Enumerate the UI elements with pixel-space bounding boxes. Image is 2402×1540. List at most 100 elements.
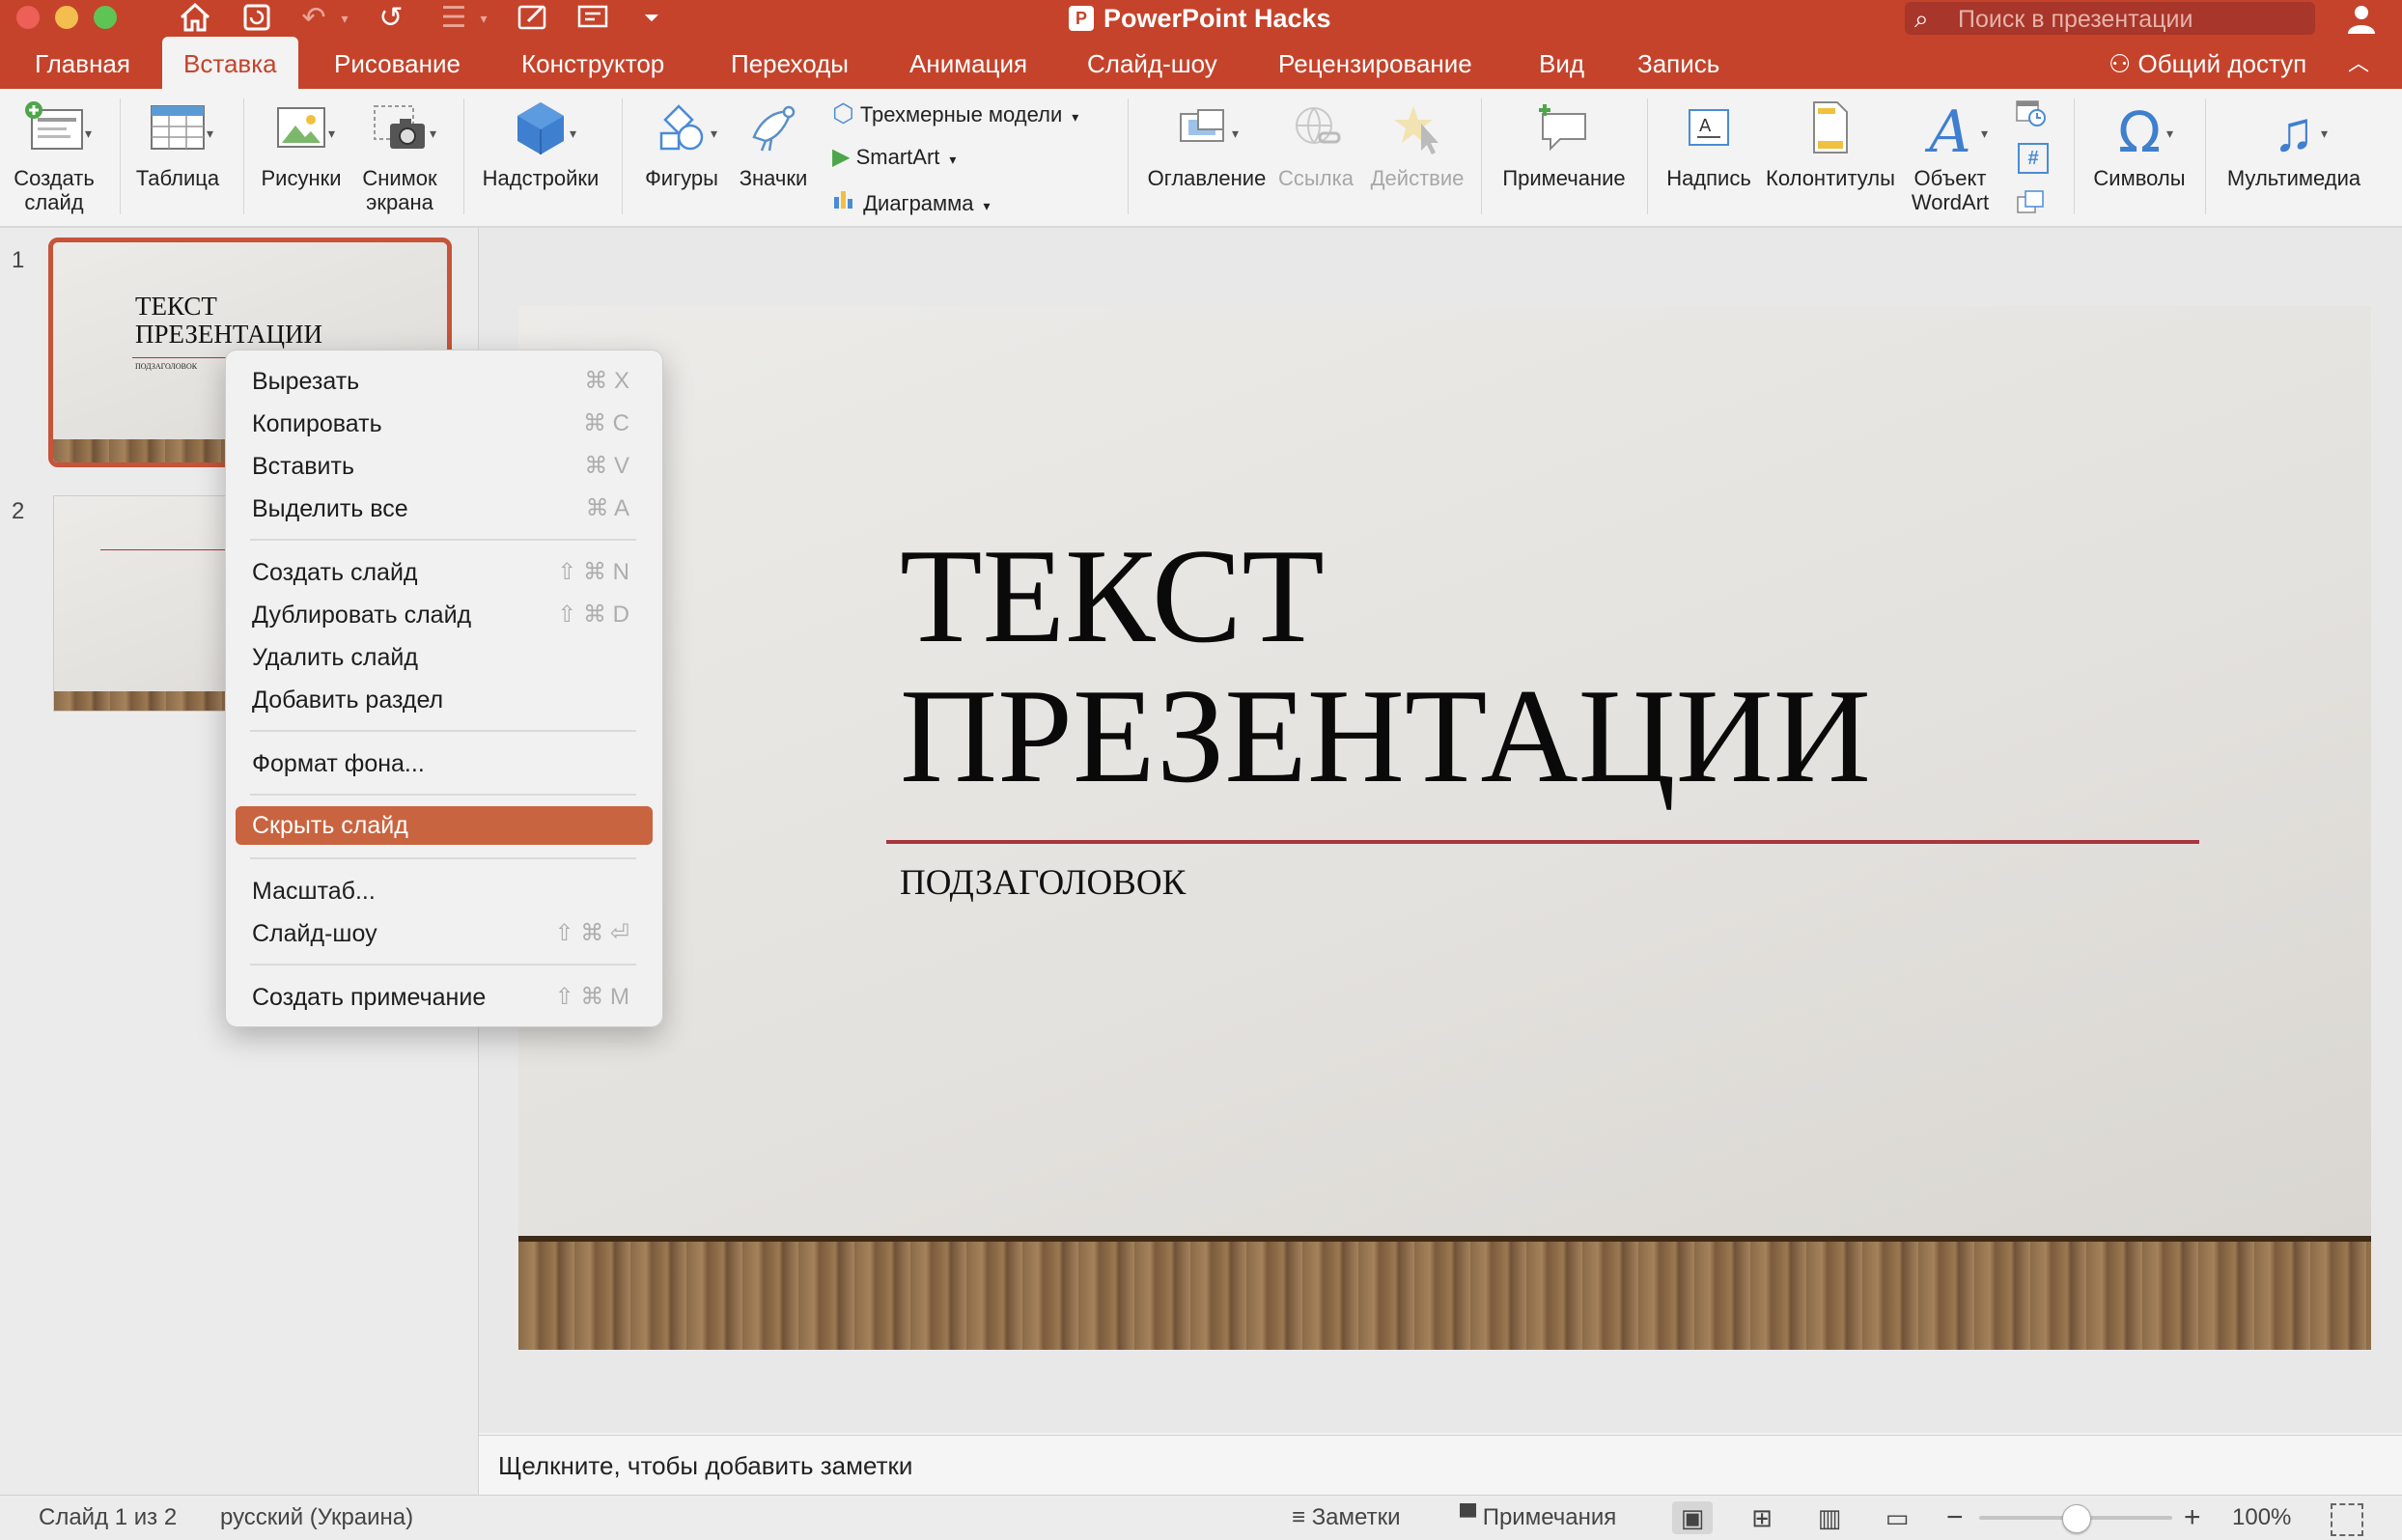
slideshow-icon[interactable] — [573, 2, 612, 35]
shapes-dropdown-icon[interactable]: ▾ — [711, 126, 717, 142]
notes-toggle-button[interactable]: ≡ Заметки — [1292, 1496, 1400, 1540]
menu-item-paste[interactable]: Вставить ⌘ V — [226, 447, 662, 486]
media-dropdown-icon[interactable]: ▾ — [2321, 126, 2328, 142]
tab-slideshow[interactable]: Слайд-шоу — [1087, 37, 1217, 89]
object-icon[interactable] — [2014, 187, 2047, 216]
current-slide[interactable]: ТЕКСТ ПРЕЗЕНТАЦИИ ПОДЗАГОЛОВОК — [518, 306, 2371, 1350]
zoom-in-icon[interactable]: + — [2184, 1496, 2201, 1540]
comments-toggle-button[interactable]: ▀ Примечания — [1460, 1496, 1616, 1540]
normal-view-icon[interactable]: ▣ — [1672, 1501, 1713, 1534]
bullets-dropdown-icon[interactable]: ▾ — [477, 2, 490, 35]
tab-transitions[interactable]: Переходы — [731, 37, 849, 89]
menu-item-new-comment[interactable]: Создать примечание ⇧ ⌘ M — [226, 978, 662, 1017]
tab-review[interactable]: Рецензирование — [1278, 37, 1472, 89]
comment-button[interactable]: Примечание — [1493, 98, 1635, 190]
table-dropdown-icon[interactable]: ▾ — [207, 126, 213, 142]
tab-record[interactable]: Запись — [1637, 37, 1719, 89]
zoom-slider[interactable] — [1979, 1504, 2172, 1533]
link-icon — [1272, 98, 1359, 166]
tab-home[interactable]: Главная — [35, 37, 130, 89]
media-button[interactable]: ♫ Мультимедиа — [2217, 98, 2371, 190]
link-button[interactable]: Ссылка — [1272, 98, 1359, 190]
header-footer-button[interactable]: Колонтитулы — [1763, 98, 1898, 190]
tab-animations[interactable]: Анимация — [909, 37, 1027, 89]
redo-icon[interactable]: ↺ — [372, 2, 410, 35]
addins-button[interactable]: Надстройки — [473, 98, 608, 190]
icons-button[interactable]: Значки — [730, 98, 817, 190]
close-window-button[interactable] — [16, 6, 40, 29]
symbols-button[interactable]: Ω Символы — [2085, 98, 2193, 190]
zoom-slider-thumb[interactable] — [2062, 1504, 2091, 1533]
toc-dropdown-icon[interactable]: ▾ — [1232, 126, 1239, 142]
save-icon[interactable] — [237, 2, 276, 35]
menu-item-label: Формат фона... — [252, 750, 425, 777]
fit-to-window-icon[interactable] — [2331, 1503, 2363, 1536]
bullets-icon[interactable]: ☰ — [434, 2, 473, 35]
3d-models-button[interactable]: ⬡ Трехмерные модели ▾ — [832, 98, 1078, 128]
undo-icon[interactable]: ↶ — [294, 2, 333, 35]
search-input[interactable]: ⌕ Поиск в презентации — [1905, 2, 2315, 35]
presenter-view-icon[interactable]: ▭ — [1878, 1501, 1916, 1534]
separator — [2205, 98, 2206, 214]
slide-title[interactable]: ТЕКСТ ПРЕЗЕНТАЦИИ — [900, 526, 1871, 806]
account-icon[interactable] — [2344, 3, 2379, 34]
textbox-button[interactable]: A Надпись — [1659, 98, 1759, 190]
tab-design[interactable]: Конструктор — [521, 37, 664, 89]
draw-icon[interactable] — [514, 2, 552, 35]
menu-item-shortcut: ⇧ ⌘ D — [557, 602, 629, 628]
shapes-button[interactable]: Фигуры — [633, 98, 730, 190]
home-icon[interactable] — [176, 2, 214, 35]
share-label: Общий доступ — [2137, 49, 2307, 78]
new-slide-button[interactable]: Создать слайд — [6, 98, 102, 214]
customize-toolbar-icon[interactable]: ⏷ — [637, 2, 666, 35]
date-time-icon[interactable] — [2014, 98, 2047, 127]
zoom-level[interactable]: 100% — [2232, 1496, 2291, 1540]
menu-item-duplicate-slide[interactable]: Дублировать слайд ⇧ ⌘ D — [226, 596, 662, 634]
notes-pane[interactable]: Щелкните, чтобы добавить заметки — [479, 1435, 2402, 1496]
slide-sorter-view-icon[interactable]: ⊞ — [1743, 1501, 1781, 1534]
tab-view[interactable]: Вид — [1539, 37, 1584, 89]
menu-item-shortcut: ⇧ ⌘ M — [554, 984, 629, 1010]
header-footer-label: Колонтитулы — [1766, 166, 1895, 190]
slide-subtitle[interactable]: ПОДЗАГОЛОВОК — [900, 862, 1186, 904]
action-button[interactable]: Действие — [1369, 98, 1466, 190]
menu-separator — [250, 794, 636, 796]
menu-item-delete-slide[interactable]: Удалить слайд — [226, 638, 662, 677]
collapse-ribbon-icon[interactable]: ︿ — [2348, 37, 2369, 89]
smartart-button[interactable]: ▶ SmartArt ▾ — [832, 143, 956, 171]
new-slide-dropdown-icon[interactable]: ▾ — [85, 126, 92, 142]
menu-item-add-section[interactable]: Добавить раздел — [226, 681, 662, 719]
menu-item-format-background[interactable]: Формат фона... — [226, 744, 662, 783]
menu-item-new-slide[interactable]: Создать слайд ⇧ ⌘ N — [226, 553, 662, 592]
table-button[interactable]: Таблица — [129, 98, 226, 190]
slide-number-icon[interactable]: # — [2018, 143, 2049, 174]
menu-item-select-all[interactable]: Выделить все ⌘ A — [226, 490, 662, 528]
chart-icon — [832, 187, 857, 216]
menu-item-label: Масштаб... — [252, 878, 376, 905]
toc-button[interactable]: Оглавление — [1139, 98, 1274, 190]
screenshot-button[interactable]: Снимок экрана — [351, 98, 448, 214]
menu-item-zoom[interactable]: Масштаб... — [226, 872, 662, 910]
tab-insert[interactable]: Вставка — [162, 37, 298, 89]
pictures-button[interactable]: Рисунки — [253, 98, 349, 190]
screenshot-dropdown-icon[interactable]: ▾ — [430, 126, 436, 142]
undo-dropdown-icon[interactable]: ▾ — [338, 2, 351, 35]
zoom-window-button[interactable] — [94, 6, 117, 29]
share-button[interactable]: ⚇ Общий доступ — [2109, 37, 2306, 89]
menu-item-hide-slide[interactable]: Скрыть слайд — [236, 806, 653, 845]
chart-button[interactable]: Диаграмма ▾ — [832, 187, 991, 216]
wordart-dropdown-icon[interactable]: ▾ — [1981, 126, 1988, 142]
minimize-window-button[interactable] — [55, 6, 78, 29]
tab-draw[interactable]: Рисование — [334, 37, 461, 89]
menu-item-copy[interactable]: Копировать ⌘ C — [226, 405, 662, 443]
pictures-dropdown-icon[interactable]: ▾ — [328, 126, 335, 142]
menu-item-slideshow[interactable]: Слайд-шоу ⇧ ⌘ ⏎ — [226, 914, 662, 953]
language-indicator[interactable]: русский (Украина) — [220, 1496, 413, 1540]
reading-view-icon[interactable]: ▥ — [1810, 1501, 1849, 1534]
addins-dropdown-icon[interactable]: ▾ — [570, 126, 576, 142]
menu-item-cut[interactable]: Вырезать ⌘ X — [226, 362, 662, 401]
zoom-out-icon[interactable]: − — [1946, 1496, 1964, 1540]
action-star-icon — [1369, 98, 1466, 166]
wordart-button[interactable]: A Объект WordArt — [1898, 98, 2002, 214]
symbols-dropdown-icon[interactable]: ▾ — [2166, 126, 2173, 142]
